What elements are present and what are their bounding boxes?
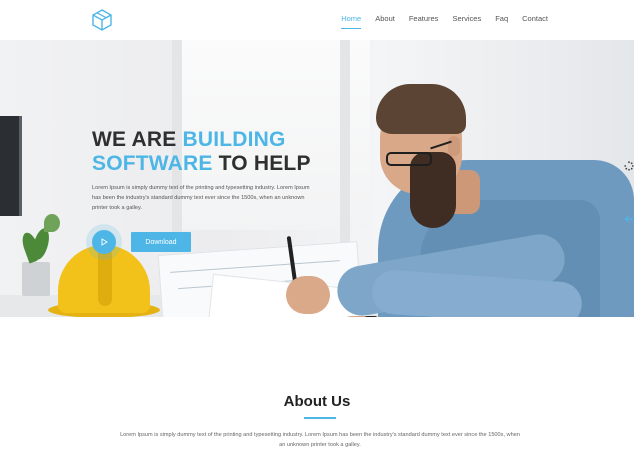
play-video-button[interactable]: [92, 230, 116, 254]
hero-title: WE ARE BUILDING SOFTWARE TO HELP: [92, 128, 311, 176]
hero-section: WE ARE BUILDING SOFTWARE TO HELP Lorem I…: [0, 40, 634, 317]
hero-title-plain-2: TO HELP: [212, 152, 311, 175]
hero-title-accent-2: SOFTWARE: [92, 152, 213, 175]
about-title-underline: [304, 417, 336, 419]
hero-title-accent: BUILDING: [182, 128, 286, 151]
main-nav: Home About Features Services Faq Contact: [327, 14, 548, 29]
about-title: About Us: [283, 393, 351, 410]
hero-description: Lorem Ipsum is simply dummy text of the …: [92, 185, 310, 211]
about-text: Lorem Ipsum is simply dummy text of the …: [120, 432, 520, 448]
loader-icon: [624, 161, 634, 171]
nav-item-faq[interactable]: Faq: [495, 14, 508, 23]
nav-item-services[interactable]: Services: [452, 14, 481, 23]
play-icon: [101, 238, 108, 246]
page: Home About Features Services Faq Contact: [0, 0, 634, 474]
hero-title-line2: SOFTWARE TO HELP: [92, 152, 311, 175]
nav-item-contact[interactable]: Contact: [522, 14, 548, 23]
arrow-left-icon[interactable]: [624, 215, 634, 223]
nav-item-home[interactable]: Home: [341, 14, 362, 29]
hero-title-plain: WE ARE: [92, 128, 183, 151]
nav-item-features[interactable]: Features: [409, 14, 439, 23]
cube-logo-icon[interactable]: [90, 8, 114, 32]
hero-title-line1: WE ARE BUILDING: [92, 128, 286, 151]
nav-item-about[interactable]: About: [375, 14, 395, 23]
site-header: Home About Features Services Faq Contact: [0, 0, 634, 40]
download-button[interactable]: Download: [131, 232, 191, 252]
